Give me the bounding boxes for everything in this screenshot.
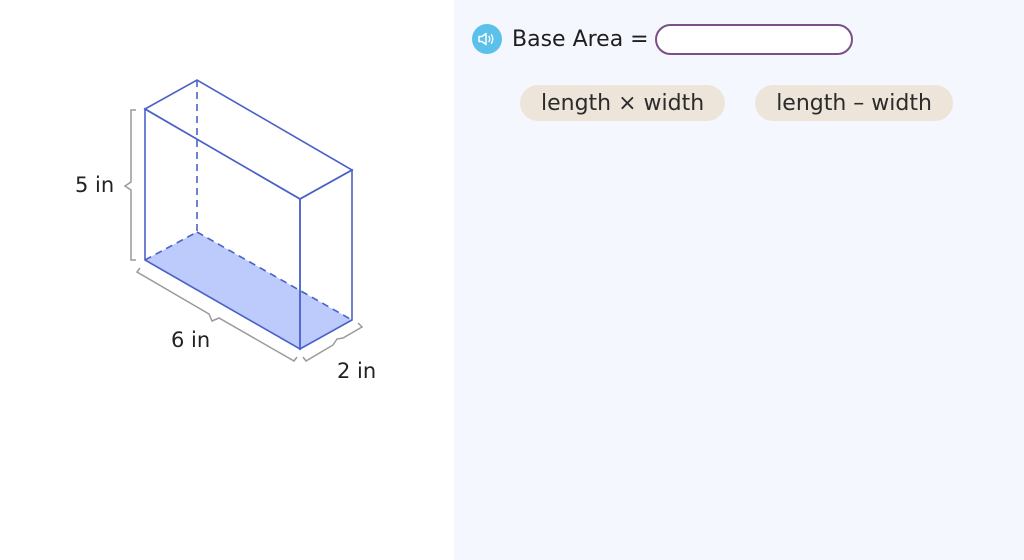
prompt-label: Base Area =: [512, 26, 649, 52]
answer-choices: length × width length – width: [520, 85, 953, 121]
prism-top-face: [143, 79, 354, 200]
speaker-icon: [478, 32, 494, 46]
width-label: 2 in: [337, 359, 376, 383]
choice-length-times-width[interactable]: length × width: [520, 85, 726, 121]
rectangular-prism-figure: 5 in 6 in 2 in: [75, 79, 376, 383]
choice-length-minus-width[interactable]: length – width: [755, 85, 953, 121]
height-brace: [123, 109, 136, 261]
height-label: 5 in: [75, 173, 114, 197]
read-aloud-button[interactable]: [472, 24, 502, 54]
figure-pane: 5 in 6 in 2 in: [0, 0, 454, 560]
activity-root: 5 in 6 in 2 in Base Area = length × widt…: [0, 0, 1024, 560]
prompt-row: Base Area =: [472, 21, 853, 57]
question-pane: Base Area = length × width length – widt…: [454, 0, 1024, 560]
length-label: 6 in: [171, 328, 210, 352]
answer-drop-field[interactable]: [654, 23, 853, 55]
